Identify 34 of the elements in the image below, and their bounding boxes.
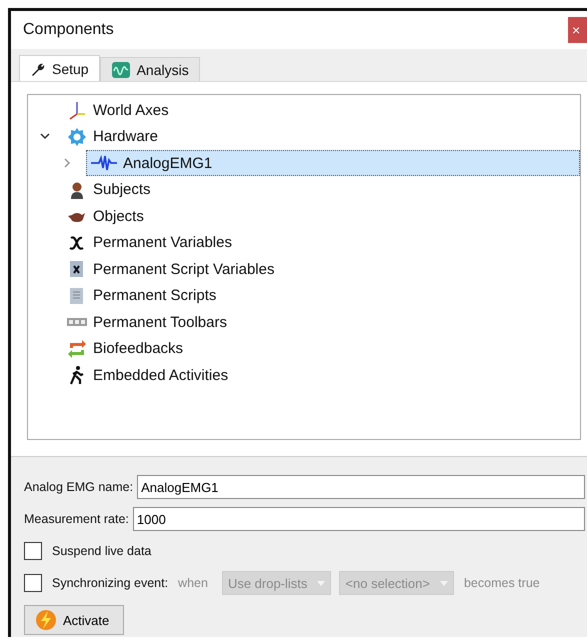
input-field[interactable]: 1000 — [132, 507, 585, 531]
tree-item[interactable]: Hardware — [62, 124, 580, 150]
wave-icon — [110, 60, 131, 78]
checkbox[interactable] — [24, 542, 42, 560]
field-label: Measurement rate: — [24, 512, 129, 526]
tree-item[interactable]: Biofeedbacks — [62, 336, 580, 362]
activate-button[interactable]: Activate — [24, 605, 124, 635]
when-label: when — [178, 576, 208, 590]
tree-item[interactable]: Embedded Activities — [62, 362, 580, 388]
tree-item[interactable]: Subjects — [62, 176, 580, 203]
signal-wave-icon — [91, 155, 117, 172]
dropdown-arrow-icon — [317, 580, 326, 586]
suffix-label: becomes true — [464, 576, 540, 590]
tree-item[interactable]: Permanent Toolbars — [62, 309, 580, 336]
tree-item[interactable]: Objects — [62, 203, 580, 230]
input-field[interactable]: AnalogEMG1 — [137, 475, 585, 499]
close-button[interactable]: × — [568, 17, 587, 43]
gear-icon — [67, 126, 87, 147]
tree-item[interactable]: Permanent Script Variables — [62, 256, 580, 282]
tree-item[interactable]: Permanent Variables — [62, 230, 580, 256]
tree-item[interactable]: Permanent Scripts — [62, 282, 580, 309]
lightning-icon — [35, 609, 57, 631]
tree-item[interactable]: AnalogEMG1 — [86, 150, 580, 176]
tab[interactable]: Analysis — [100, 57, 200, 81]
cycle-arrows-icon — [67, 338, 87, 359]
window-title: Components — [23, 21, 114, 39]
dropdown-arrow-icon — [440, 580, 448, 586]
axes-icon — [67, 100, 87, 120]
toolbar-icon — [67, 318, 87, 326]
field-label: Analog EMG name: — [24, 480, 134, 494]
checkbox-label: Suspend live data — [52, 544, 152, 558]
checkbox-label: Synchronizing event: — [52, 576, 168, 590]
tree-item[interactable]: World Axes — [62, 97, 580, 124]
tab[interactable]: Setup — [19, 55, 100, 81]
